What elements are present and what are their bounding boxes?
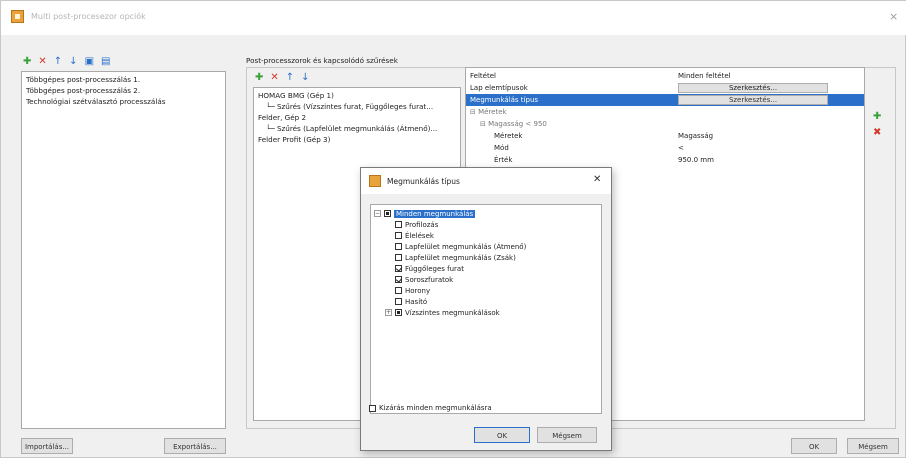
tree-item-fuggoleges-furat[interactable]: Függőleges furat	[395, 263, 464, 274]
property-category[interactable]: ⊟ Magasság < 950	[466, 118, 864, 130]
tree-item[interactable]: └─ Szűrés (Vízszintes furat, Függőleges …	[254, 101, 460, 112]
tree-item-label: Profilozás	[405, 220, 439, 229]
property-row[interactable]: Feltétel Minden feltétel	[466, 70, 864, 82]
move-up-icon[interactable]: ↑	[54, 56, 62, 68]
window-title: Multi post-procesezor opciók	[31, 12, 146, 21]
property-name: Feltétel	[470, 72, 496, 80]
tree-item-label: Vízszintes megmunkálások	[405, 308, 500, 317]
move-up-icon[interactable]: ↑	[286, 72, 294, 84]
tree-item-soroszfuratok[interactable]: Soroszfuratok	[395, 274, 453, 285]
main-window: Multi post-procesezor opciók × ✚ ✕ ↑ ↓ ▣…	[0, 0, 906, 458]
exclude-all-option[interactable]: Kizárás minden megmunkálásra	[369, 404, 492, 412]
tree-item-elelesek[interactable]: Élelések	[395, 230, 434, 241]
checkbox[interactable]	[395, 309, 402, 316]
dialog-cancel-button[interactable]: Mégsem	[537, 427, 597, 443]
tree-item-label: Horony	[405, 286, 431, 295]
edit-button[interactable]: Szerkesztés...	[678, 95, 828, 105]
move-down-icon[interactable]: ↓	[69, 56, 77, 68]
move-down-icon[interactable]: ↓	[301, 72, 309, 84]
tree-item-lapfelulet-atmeno[interactable]: Lapfelület megmunkálás (Átmenő)	[395, 241, 526, 252]
remove-icon[interactable]: ✕	[38, 56, 46, 68]
import-button[interactable]: Importálás...	[21, 438, 73, 454]
tree-item-lapfelulet-zsak[interactable]: Lapfelület megmunkálás (Zsák)	[395, 252, 516, 263]
dialog-title: Megmunkálás típus	[387, 177, 460, 186]
checkbox[interactable]	[395, 221, 402, 228]
postprocessor-header: Post-processzorok és kapcsolódó szűrések	[246, 56, 398, 65]
tree-item-label: Élelések	[405, 231, 434, 240]
tree-item-label: Soroszfuratok	[405, 275, 454, 284]
checkbox-checked[interactable]	[395, 276, 402, 283]
export-button[interactable]: Exportálás...	[164, 438, 226, 454]
property-name: Méretek	[494, 132, 523, 140]
dialog-ok-button[interactable]: OK	[474, 427, 530, 443]
checkbox[interactable]	[369, 404, 376, 412]
open-icon[interactable]: ▤	[101, 56, 110, 68]
tree-item[interactable]: └─ Szűrés (Lapfelület megmunkálás (Átmen…	[254, 123, 460, 134]
exclude-all-label: Kizárás minden megmunkálásra	[379, 404, 492, 412]
property-category[interactable]: ⊟ Méretek	[466, 106, 864, 118]
property-name: Lap elemtípusok	[470, 84, 528, 92]
property-name: Mód	[494, 144, 509, 152]
tree-root[interactable]: − Minden megmunkálás	[374, 208, 476, 219]
property-value[interactable]: <	[678, 142, 684, 154]
tree-item-horony[interactable]: Horony	[395, 285, 430, 296]
edit-button[interactable]: Szerkesztés...	[678, 83, 828, 93]
property-row-selected[interactable]: Megmunkálás típus Szerkesztés...	[466, 94, 864, 106]
property-name: ⊟ Magasság < 950	[480, 120, 547, 128]
checkbox[interactable]	[395, 243, 402, 250]
tree-item-label: Lapfelület megmunkálás (Átmenő)	[405, 242, 527, 251]
dialog-title-bar: Megmunkálás típus ✕	[361, 168, 611, 194]
property-value[interactable]: 950.0 mm	[678, 154, 714, 166]
save-icon[interactable]: ▣	[85, 56, 94, 68]
property-row[interactable]: Méretek Magasság	[466, 130, 864, 142]
middle-toolbar: ✚ ✕ ↑ ↓	[255, 71, 310, 85]
add-icon[interactable]: ✚	[23, 56, 31, 68]
machining-type-dialog: Megmunkálás típus ✕ − Minden megmunkálás…	[360, 167, 612, 451]
tree-item-label: Lapfelület megmunkálás (Zsák)	[405, 253, 516, 262]
list-item[interactable]: Technológiai szétválasztó processzálás	[22, 96, 225, 107]
title-bar: Multi post-procesezor opciók ×	[1, 1, 906, 35]
remove-icon[interactable]: ✕	[270, 72, 278, 84]
tree-item[interactable]: HOMAG BMG (Gép 1)	[254, 90, 460, 101]
property-name: Megmunkálás típus	[470, 96, 539, 104]
checkbox[interactable]	[384, 210, 391, 217]
list-item[interactable]: Többgépes post-processzálás 2.	[22, 85, 225, 96]
property-name: ⊟ Méretek	[470, 108, 507, 116]
tree-item-label: Hasító	[405, 297, 428, 306]
add-icon[interactable]: ✚	[255, 72, 263, 84]
close-icon[interactable]: ×	[889, 10, 898, 23]
checkbox[interactable]	[395, 232, 402, 239]
add-condition-icon[interactable]: ✚	[873, 111, 881, 123]
tree-item[interactable]: Felder Profit (Gép 3)	[254, 134, 460, 145]
checkbox[interactable]	[395, 298, 402, 305]
property-row[interactable]: Mód <	[466, 142, 864, 154]
tree-item[interactable]: Felder, Gép 2	[254, 112, 460, 123]
tree-item-label: Függőleges furat	[405, 264, 464, 273]
checkbox[interactable]	[395, 254, 402, 261]
tree-item-hasito[interactable]: Hasító	[395, 296, 427, 307]
machining-tree: − Minden megmunkálás Profilozás Élelések…	[370, 204, 602, 414]
processing-list: Többgépes post-processzálás 1. Többgépes…	[21, 71, 226, 429]
property-value[interactable]: Minden feltétel	[678, 70, 731, 82]
ok-button[interactable]: OK	[791, 438, 837, 454]
cancel-button[interactable]: Mégsem	[847, 438, 899, 454]
left-toolbar: ✚ ✕ ↑ ↓ ▣ ▤	[23, 55, 110, 69]
tree-group-vizszintes[interactable]: + Vízszintes megmunkálások	[385, 307, 500, 318]
dialog-app-icon	[369, 175, 381, 187]
expand-icon[interactable]: +	[385, 309, 392, 316]
property-row[interactable]: Lap elemtípusok Szerkesztés...	[466, 82, 864, 94]
tree-root-label: Minden megmunkálás	[394, 209, 476, 218]
app-icon	[11, 10, 24, 23]
property-value[interactable]: Magasság	[678, 130, 713, 142]
list-item[interactable]: Többgépes post-processzálás 1.	[22, 74, 225, 85]
dialog-close-icon[interactable]: ✕	[593, 174, 601, 185]
checkbox-checked[interactable]	[395, 265, 402, 272]
tree-item-profilozas[interactable]: Profilozás	[395, 219, 438, 230]
checkbox[interactable]	[395, 287, 402, 294]
collapse-icon[interactable]: −	[374, 210, 381, 217]
property-row[interactable]: Érték 950.0 mm	[466, 154, 864, 166]
property-name: Érték	[494, 156, 513, 164]
remove-condition-icon[interactable]: ✖	[873, 127, 881, 139]
